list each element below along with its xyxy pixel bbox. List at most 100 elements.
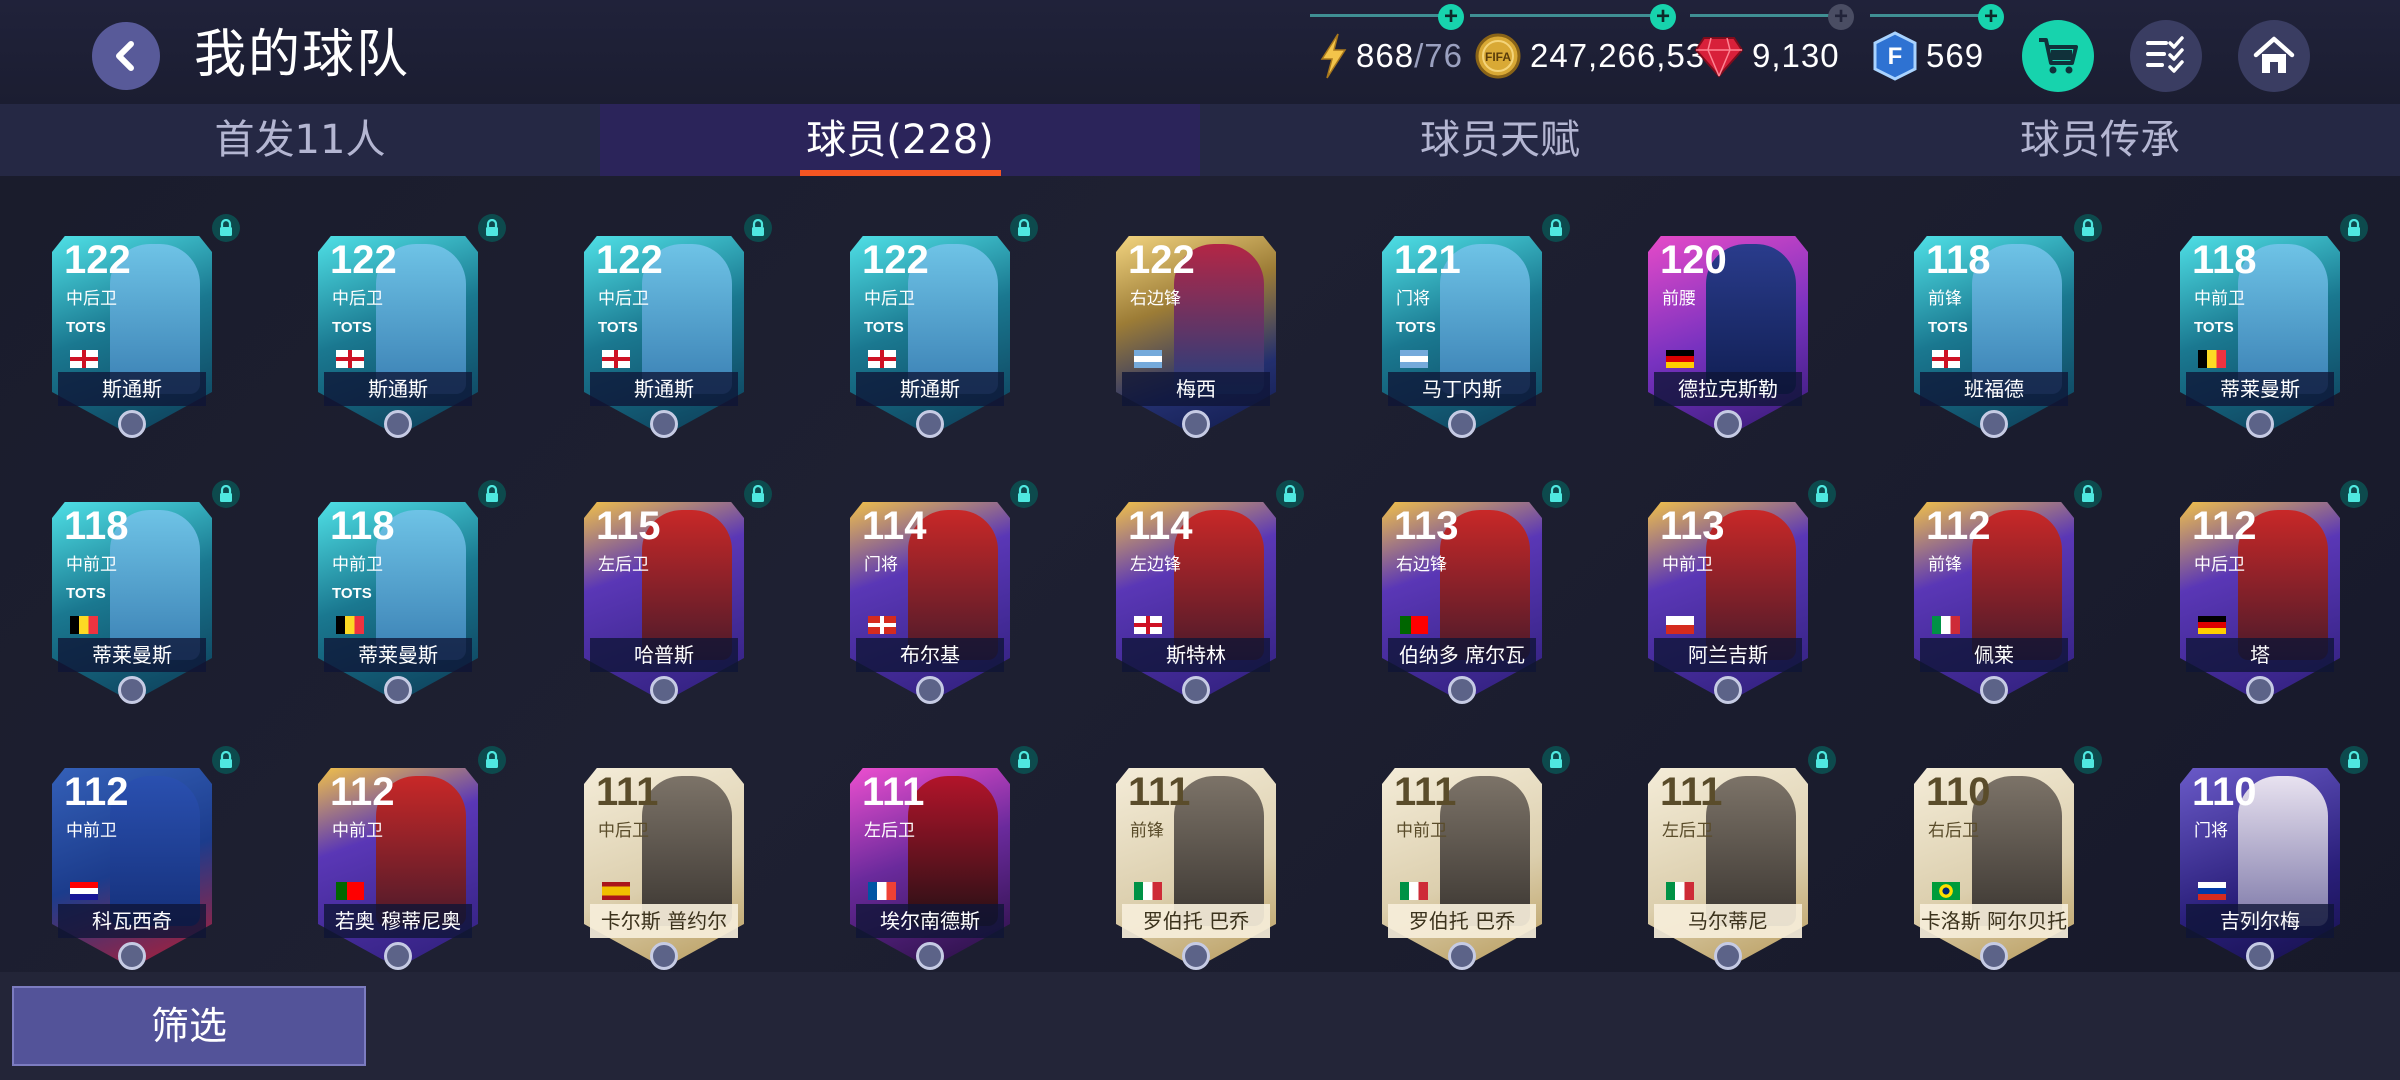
card-rating: 118: [2192, 238, 2257, 282]
player-card[interactable]: 113 右边锋 伯纳多 席尔瓦: [1362, 480, 1570, 712]
player-card[interactable]: 122 中后卫 TOTS 斯通斯: [564, 214, 772, 446]
card-position: 右后卫: [1928, 821, 1979, 841]
card-player-name: 埃尔南德斯: [856, 904, 1004, 938]
tab-players[interactable]: 球员(228): [600, 104, 1200, 176]
player-card[interactable]: 111 中后卫 卡尔斯 普约尔: [564, 746, 764, 972]
card-position: 中后卫: [332, 289, 383, 309]
lock-icon: [2340, 214, 2368, 242]
flag-argentina-icon: [1134, 350, 1162, 368]
card-player-name: 斯通斯: [324, 372, 472, 406]
lock-icon: [212, 480, 240, 508]
gem-resource: 9,130: [1694, 28, 1840, 84]
player-card[interactable]: 122 中后卫 TOTS 斯通斯: [32, 214, 240, 446]
card-player-name: 若奥 穆蒂尼奥: [324, 904, 472, 938]
lock-icon: [1542, 480, 1570, 508]
points-letter: F: [1888, 43, 1903, 70]
card-rank-gem-icon: [1448, 410, 1476, 438]
player-card[interactable]: 114 门将 布尔基: [830, 480, 1038, 712]
energy-bar-line: [1310, 14, 1450, 17]
top-bar: 我的球队 + 868/76 + FIFA 247,266,539 + 9,130…: [0, 0, 2400, 104]
flag-portugal-icon: [336, 882, 364, 900]
player-card-grid[interactable]: 122 中后卫 TOTS 斯通斯 122 中后卫 TOTS 斯通斯 122 中后卫 TOTS 斯通斯 1…: [0, 176, 2400, 972]
card-player-name: 蒂莱曼斯: [58, 638, 206, 672]
player-card[interactable]: 111 中前卫 罗伯托 巴乔: [1362, 746, 1570, 972]
player-card[interactable]: 112 中前卫 若奥 穆蒂尼奥: [298, 746, 506, 972]
fifa-coin-icon: FIFA: [1475, 33, 1521, 79]
tab-player-talents[interactable]: 球员天赋: [1200, 104, 1800, 176]
lock-icon: [2074, 480, 2102, 508]
tab-starting-eleven[interactable]: 首发11人: [0, 104, 600, 176]
player-card[interactable]: 111 左后卫 埃尔南德斯: [830, 746, 1038, 972]
player-card[interactable]: 110 右后卫 卡洛斯 阿尔贝托: [1894, 746, 2102, 972]
gem-bar-line: [1690, 14, 1850, 17]
home-button[interactable]: [2238, 20, 2310, 92]
player-card[interactable]: 118 中前卫 TOTS 蒂莱曼斯: [32, 480, 240, 712]
card-rank-gem-icon: [1714, 676, 1742, 704]
player-card[interactable]: 112 中后卫塔: [2160, 480, 2368, 712]
player-card[interactable]: 111 左后卫 马尔蒂尼: [1628, 746, 1836, 972]
player-card[interactable]: 112 中前卫 科瓦西奇: [32, 746, 240, 972]
card-rank-gem-icon: [118, 410, 146, 438]
player-card[interactable]: 112 前锋 佩莱: [1894, 480, 2102, 712]
card-rank-gem-icon: [650, 410, 678, 438]
home-icon: [2253, 36, 2295, 73]
player-card[interactable]: 122 中后卫 TOTS 斯通斯: [298, 214, 506, 446]
back-button[interactable]: [92, 22, 160, 90]
lock-icon: [2074, 214, 2102, 242]
flag-belgium-icon: [336, 616, 364, 634]
card-rank-gem-icon: [2246, 676, 2274, 704]
player-card[interactable]: 111 前锋 罗伯托 巴乔: [1096, 746, 1296, 972]
card-rank-gem-icon: [1714, 942, 1742, 970]
player-card[interactable]: 113 中前卫 阿兰吉斯: [1628, 480, 1836, 712]
card-player-name: 哈普斯: [590, 638, 738, 672]
card-rating: 112: [2192, 504, 2257, 548]
lock-icon: [212, 746, 240, 774]
card-rank-gem-icon: [2246, 942, 2274, 970]
card-position: 中后卫: [864, 289, 915, 309]
card-player-name: 科瓦西奇: [58, 904, 206, 938]
player-card[interactable]: 115 左后卫 哈普斯: [564, 480, 772, 712]
player-card[interactable]: 118 中前卫 TOTS 蒂莱曼斯: [2160, 214, 2368, 446]
points-add-button[interactable]: +: [1978, 4, 2004, 30]
flag-italy-icon: [1666, 882, 1694, 900]
lock-icon: [478, 480, 506, 508]
card-position: 门将: [1396, 289, 1430, 309]
player-card[interactable]: 118 前锋 TOTS 班福德: [1894, 214, 2102, 446]
lock-icon: [1276, 480, 1304, 508]
coin-resource: FIFA 247,266,539: [1474, 28, 1725, 84]
card-rating: 113: [1394, 504, 1459, 548]
flag-england-icon: [868, 350, 896, 368]
flag-croatia-icon: [70, 882, 98, 900]
card-rating: 118: [330, 504, 395, 548]
lightning-icon: [1320, 33, 1347, 79]
lock-icon: [1808, 480, 1836, 508]
lock-icon: [2340, 746, 2368, 774]
card-position: 前锋: [1928, 289, 1962, 309]
card-program-badge: TOTS: [1396, 319, 1436, 336]
player-card[interactable]: 118 中前卫 TOTS 蒂莱曼斯: [298, 480, 506, 712]
card-rating: 120: [1660, 238, 1727, 282]
card-position: 中前卫: [66, 555, 117, 575]
card-rating: 111: [1394, 770, 1457, 814]
player-card[interactable]: 120 前腰 德拉克斯勒: [1628, 214, 1828, 446]
gem-add-button[interactable]: +: [1828, 4, 1854, 30]
energy-add-button[interactable]: +: [1438, 4, 1464, 30]
coin-add-button[interactable]: +: [1650, 4, 1676, 30]
card-rating: 122: [596, 238, 663, 282]
card-position: 左后卫: [1662, 821, 1713, 841]
player-card[interactable]: 122 中后卫 TOTS 斯通斯: [830, 214, 1038, 446]
player-card[interactable]: 110 门将 吉列尔梅: [2160, 746, 2368, 972]
card-rank-gem-icon: [1182, 942, 1210, 970]
card-rating: 118: [1926, 238, 1991, 282]
filter-button[interactable]: 筛选: [12, 986, 366, 1066]
card-player-name: 斯通斯: [590, 372, 738, 406]
card-player-name: 伯纳多 席尔瓦: [1388, 638, 1536, 672]
player-card[interactable]: 122 右边锋 梅西: [1096, 214, 1296, 446]
card-rank-gem-icon: [1980, 410, 2008, 438]
player-card[interactable]: 121 门将 TOTS 马丁内斯: [1362, 214, 1570, 446]
player-card[interactable]: 114 左边锋 斯特林: [1096, 480, 1304, 712]
shop-button[interactable]: [2022, 20, 2094, 92]
lock-icon: [1010, 214, 1038, 242]
tasks-button[interactable]: [2130, 20, 2202, 92]
tab-player-inheritance[interactable]: 球员传承: [1800, 104, 2400, 176]
